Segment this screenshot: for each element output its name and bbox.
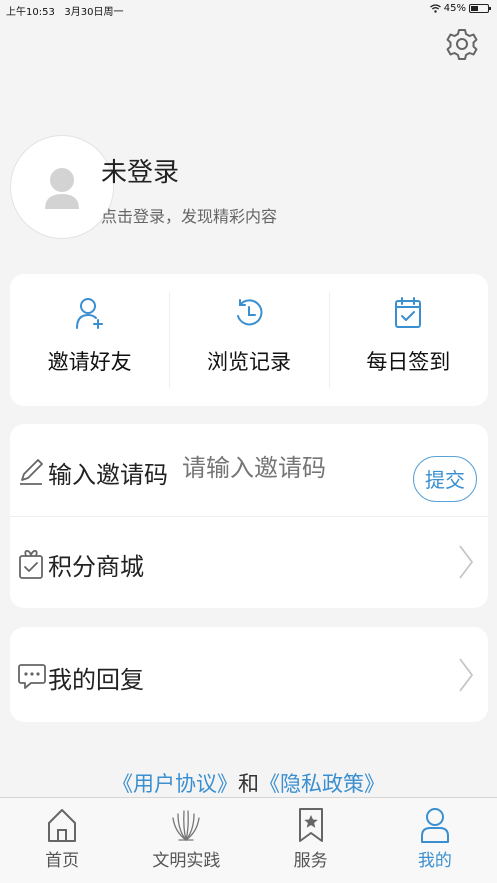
replies-card: 我的回复 bbox=[10, 627, 488, 722]
privacy-policy-link[interactable]: 《隐私政策》 bbox=[259, 772, 385, 796]
browse-history-label: 浏览记录 bbox=[206, 350, 291, 374]
agreement-links: 《用户协议》和《隐私政策》 bbox=[0, 768, 497, 798]
tab-civilization-practice[interactable]: 文明实践 bbox=[124, 798, 248, 883]
invite-friends-button[interactable]: 邀请好友 bbox=[10, 274, 169, 406]
quick-actions-card: 邀请好友 浏览记录 每日签到 bbox=[10, 274, 488, 406]
invite-card: 输入邀请码 提交 积分商城 bbox=[10, 424, 488, 608]
battery-percent: 45% bbox=[443, 3, 466, 14]
battery-fill bbox=[471, 6, 479, 11]
bookmark-star-icon bbox=[298, 808, 323, 842]
pencil-icon bbox=[20, 459, 43, 485]
invite-code-input[interactable] bbox=[182, 455, 402, 483]
user-agreement-link[interactable]: 《用户协议》 bbox=[112, 772, 238, 796]
status-bar: 上午10:53 3月30日周一 45% bbox=[0, 0, 497, 18]
gift-check-icon bbox=[19, 549, 43, 579]
tab-home-label: 首页 bbox=[45, 851, 80, 871]
tab-mine-label: 我的 bbox=[417, 851, 452, 871]
points-mall-row[interactable]: 积分商城 bbox=[10, 516, 488, 608]
calendar-check-icon bbox=[395, 297, 422, 328]
chat-bubble-icon bbox=[18, 664, 46, 689]
daily-checkin-button[interactable]: 每日签到 bbox=[328, 274, 488, 406]
status-time: 上午10:53 bbox=[6, 7, 55, 18]
invite-code-label: 输入邀请码 bbox=[48, 461, 168, 489]
my-replies-label: 我的回复 bbox=[48, 666, 144, 694]
browse-history-button[interactable]: 浏览记录 bbox=[169, 274, 328, 406]
my-replies-row[interactable]: 我的回复 bbox=[10, 629, 488, 721]
invite-code-row: 输入邀请码 提交 bbox=[10, 424, 488, 516]
status-right: 45% bbox=[429, 3, 491, 14]
submit-button[interactable]: 提交 bbox=[413, 456, 477, 502]
chevron-right-icon bbox=[459, 658, 474, 692]
chevron-right-icon bbox=[459, 545, 474, 579]
status-date: 3月30日周一 bbox=[64, 7, 124, 18]
user-icon bbox=[420, 808, 449, 843]
tab-services-label: 服务 bbox=[293, 851, 328, 871]
invite-friends-label: 邀请好友 bbox=[47, 350, 132, 374]
points-mall-label: 积分商城 bbox=[48, 553, 144, 581]
wifi-icon bbox=[429, 4, 441, 13]
login-title[interactable]: 未登录 bbox=[101, 152, 179, 189]
agreement-and: 和 bbox=[238, 772, 259, 796]
history-clock-icon bbox=[236, 299, 263, 326]
tab-bar: 首页 文明实践 服务 我的 bbox=[0, 797, 497, 883]
home-icon bbox=[48, 809, 77, 842]
login-subtitle[interactable]: 点击登录，发现精彩内容 bbox=[101, 203, 277, 227]
tab-mine[interactable]: 我的 bbox=[373, 798, 497, 883]
tab-civilization-practice-label: 文明实践 bbox=[152, 851, 221, 871]
practice-logo-icon bbox=[172, 810, 201, 841]
avatar[interactable] bbox=[10, 135, 114, 239]
battery-icon bbox=[469, 4, 491, 13]
daily-checkin-label: 每日签到 bbox=[366, 350, 451, 374]
tab-home[interactable]: 首页 bbox=[0, 798, 124, 883]
invite-user-icon bbox=[75, 298, 103, 329]
tab-services[interactable]: 服务 bbox=[249, 798, 373, 883]
status-left: 上午10:53 3月30日周一 bbox=[6, 3, 123, 18]
settings-gear-icon[interactable] bbox=[444, 26, 480, 62]
default-avatar-icon bbox=[45, 168, 79, 209]
